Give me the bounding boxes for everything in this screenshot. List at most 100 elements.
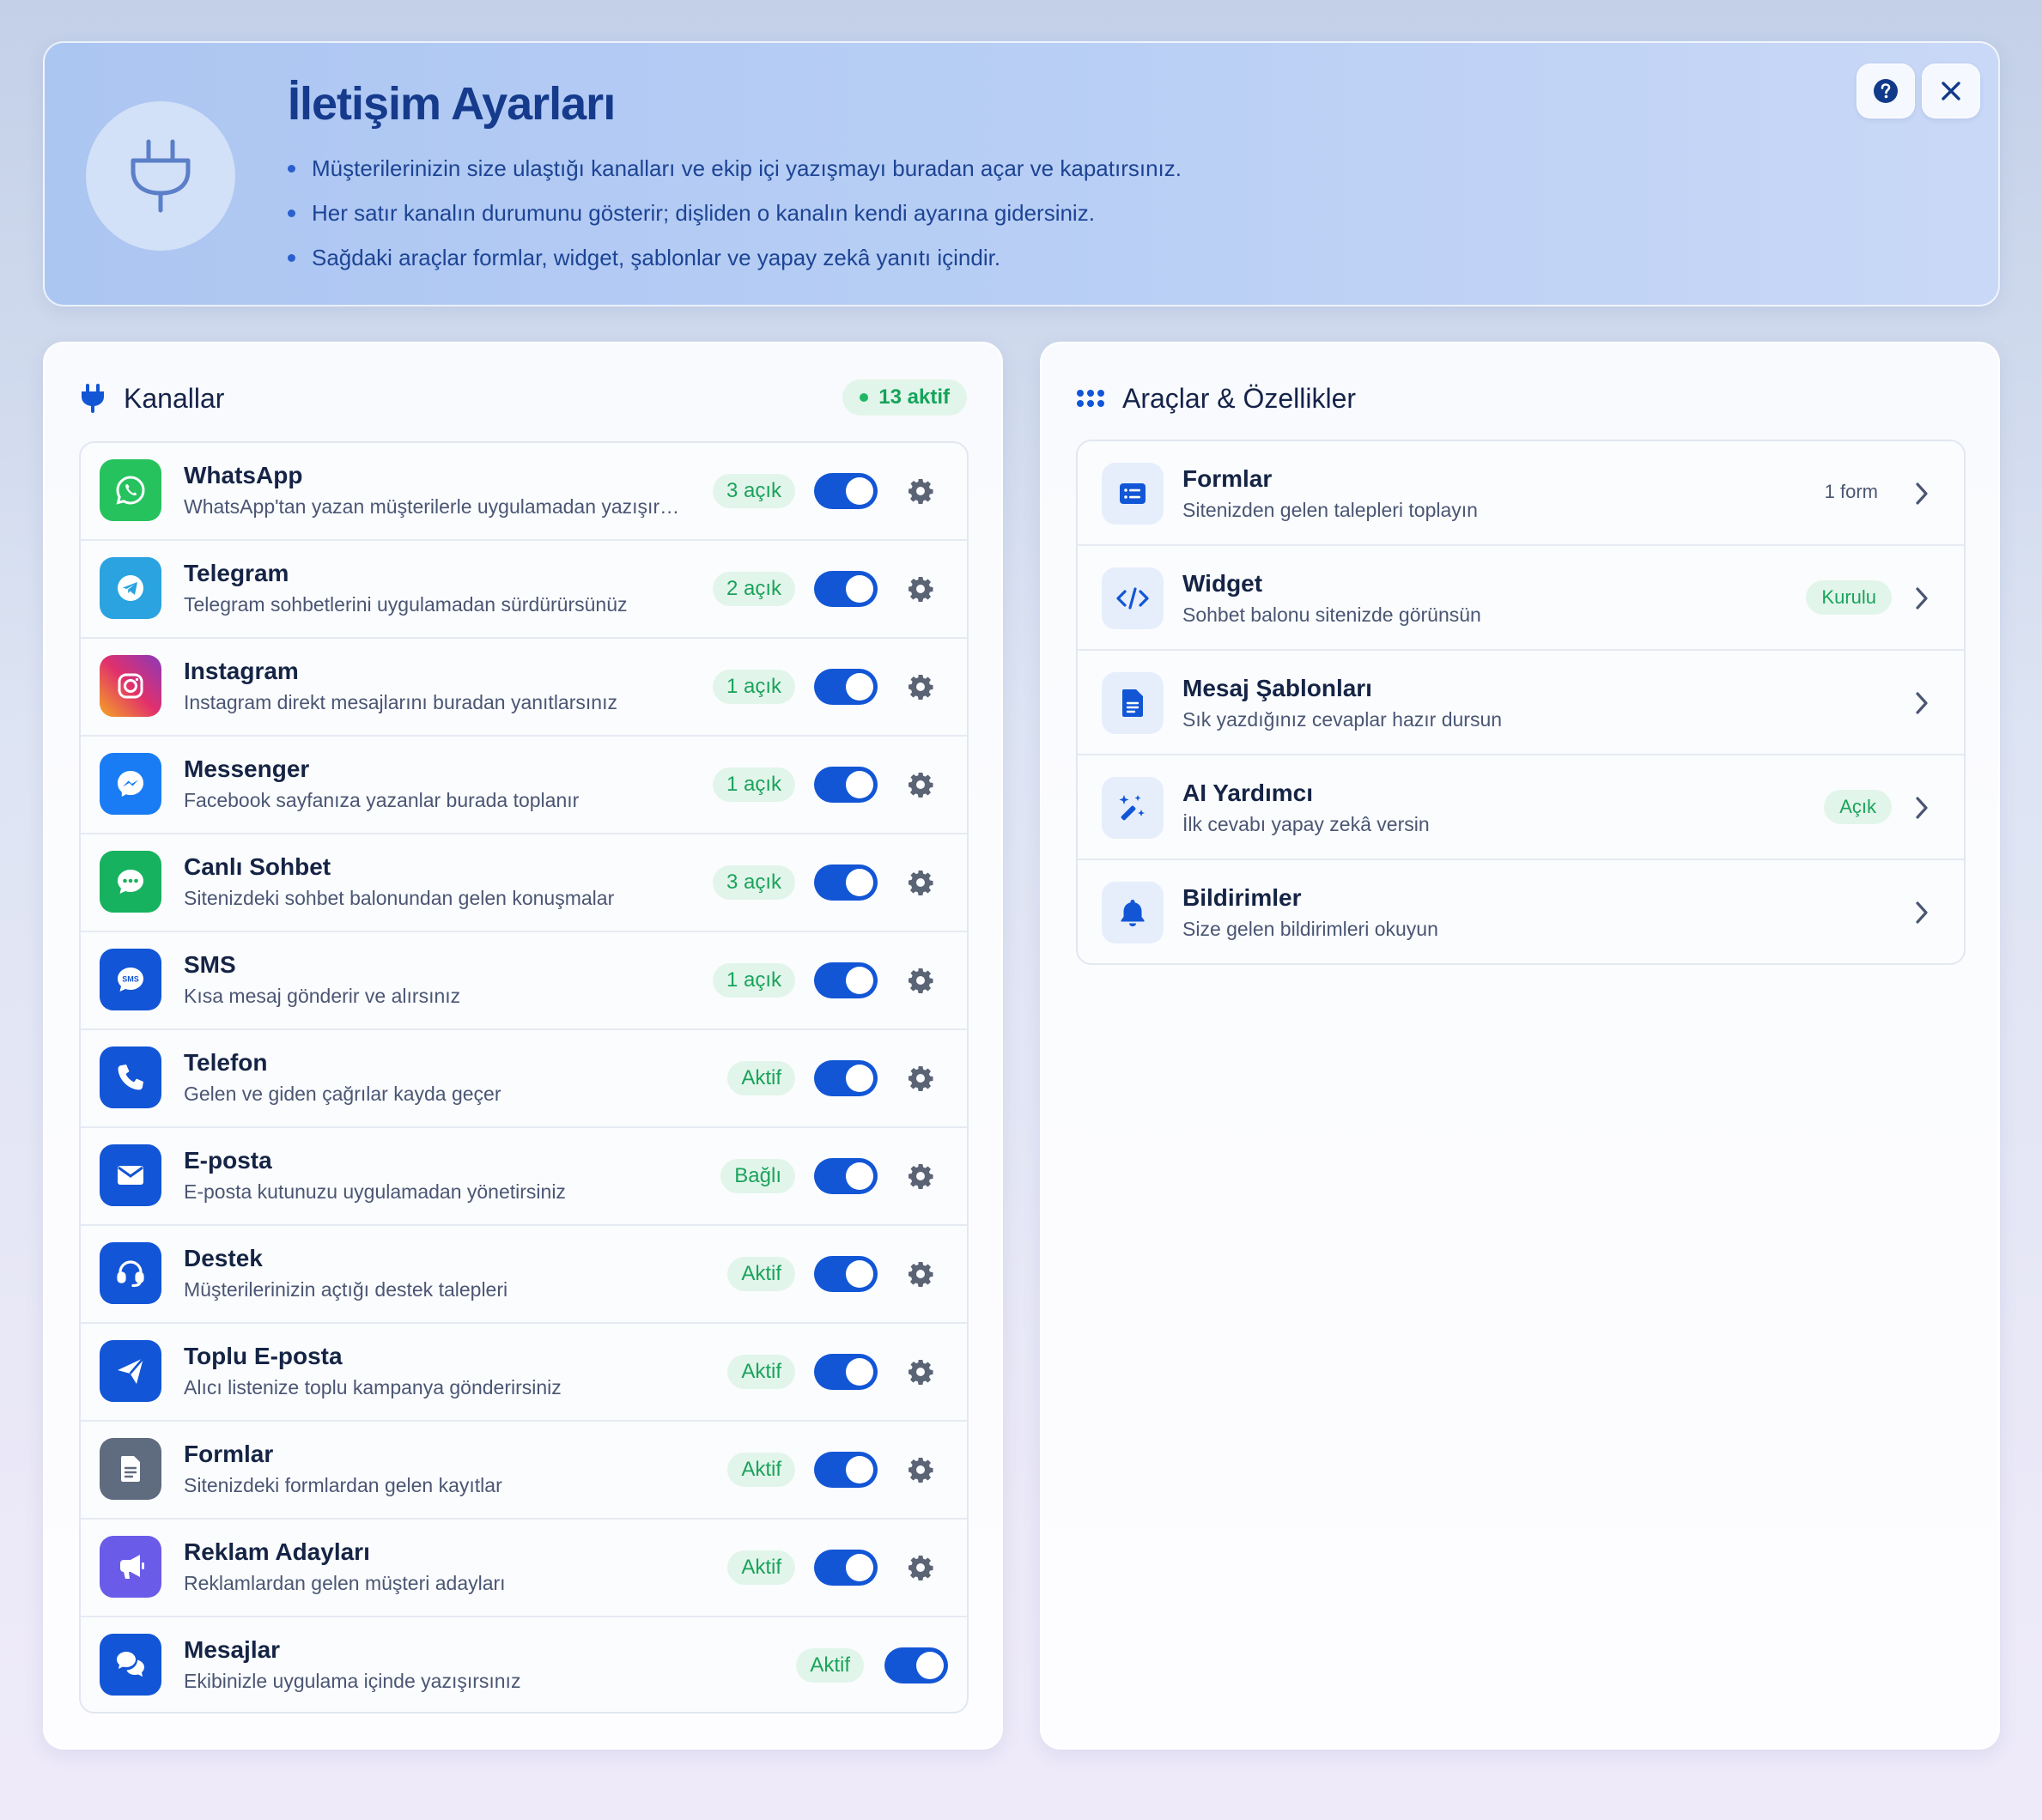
- channel-status-badge: 1 açık: [712, 767, 795, 802]
- tool-name: Widget: [1182, 570, 1263, 597]
- channel-name: Instagram: [184, 658, 299, 684]
- gear-icon[interactable]: [905, 1356, 936, 1387]
- headset-icon: [100, 1242, 161, 1304]
- tool-row-widget[interactable]: Widget Sohbet balonu sitenizde görünsün …: [1078, 546, 1964, 651]
- info-bullet: Her satır kanalın durumunu gösterir; diş…: [288, 191, 1182, 235]
- help-button[interactable]: [1857, 64, 1915, 118]
- channel-row-ad-leads[interactable]: Reklam Adayları Reklamlardan gelen müşte…: [81, 1520, 967, 1617]
- channel-description: Ekibinizle uygulama içinde yazışırsınız: [184, 1670, 521, 1692]
- channels-title: Kanallar: [124, 382, 225, 414]
- channel-row-instagram[interactable]: Instagram Instagram direkt mesajlarını b…: [81, 639, 967, 737]
- messenger-icon: [100, 753, 161, 815]
- channel-name: Telegram: [184, 560, 289, 586]
- channel-row-sms[interactable]: SMS SMS Kısa mesaj gönderir ve alırsınız…: [81, 932, 967, 1030]
- tool-row-ai-assistant[interactable]: AI Yardımcı İlk cevabı yapay zekâ versin…: [1078, 755, 1964, 860]
- chevron-right-icon[interactable]: [1909, 793, 1935, 822]
- list-form-icon: [1102, 463, 1164, 525]
- chevron-right-icon[interactable]: [1909, 898, 1935, 927]
- info-bullet: Sağdaki araçlar formlar, widget, şablonl…: [288, 235, 1182, 280]
- channel-description: Alıcı listenize toplu kampanya gönderirs…: [184, 1376, 562, 1398]
- instagram-icon: [100, 655, 161, 717]
- channel-toggle[interactable]: [814, 1452, 878, 1488]
- question-circle-icon: [1874, 79, 1898, 103]
- gear-icon[interactable]: [905, 965, 936, 996]
- gear-icon[interactable]: [905, 769, 936, 800]
- close-button[interactable]: [1922, 64, 1980, 118]
- channel-row-messenger[interactable]: Messenger Facebook sayfanıza yazanlar bu…: [81, 737, 967, 834]
- info-bullet: Müşterilerinizin size ulaştığı kanalları…: [288, 146, 1182, 191]
- status-dot: [860, 393, 869, 402]
- channel-toggle[interactable]: [814, 767, 878, 803]
- channel-name: Canlı Sohbet: [184, 853, 331, 880]
- telegram-icon: [100, 557, 161, 619]
- tool-description: Sitenizden gelen talepleri toplayın: [1182, 499, 1478, 521]
- plug-icon: [82, 384, 104, 413]
- channel-toggle[interactable]: [814, 571, 878, 607]
- channel-toggle[interactable]: [814, 473, 878, 509]
- channel-name: Telefon: [184, 1049, 268, 1076]
- channel-toggle[interactable]: [814, 1060, 878, 1096]
- channel-status-badge: Aktif: [727, 1550, 795, 1585]
- channel-description: E-posta kutunuzu uygulamadan yönetirsini…: [184, 1180, 566, 1203]
- channel-status-badge: Aktif: [727, 1257, 795, 1291]
- channel-toggle[interactable]: [814, 1158, 878, 1194]
- gear-icon[interactable]: [905, 573, 936, 604]
- tool-description: İlk cevabı yapay zekâ versin: [1182, 813, 1430, 835]
- channel-description: Facebook sayfanıza yazanlar burada topla…: [184, 789, 580, 811]
- gear-icon[interactable]: [905, 1552, 936, 1583]
- channel-description: Reklamlardan gelen müşteri adayları: [184, 1572, 506, 1594]
- tool-row-notifications[interactable]: Bildirimler Size gelen bildirimleri okuy…: [1078, 860, 1964, 963]
- gear-icon[interactable]: [905, 1161, 936, 1192]
- chevron-right-icon[interactable]: [1909, 584, 1935, 613]
- tools-list: Formlar Sitenizden gelen talepleri topla…: [1076, 440, 1966, 965]
- gear-icon[interactable]: [905, 476, 936, 507]
- channel-row-email[interactable]: E-posta E-posta kutunuzu uygulamadan yön…: [81, 1128, 967, 1226]
- gear-icon[interactable]: [905, 1259, 936, 1289]
- tool-description: Sık yazdığınız cevaplar hazır dursun: [1182, 708, 1503, 731]
- channel-toggle[interactable]: [814, 1550, 878, 1586]
- channel-description: Sitenizdeki formlardan gelen kayıtlar: [184, 1474, 502, 1496]
- channel-toggle[interactable]: [814, 1354, 878, 1390]
- tool-row-templates[interactable]: Mesaj Şablonları Sık yazdığınız cevaplar…: [1078, 651, 1964, 755]
- channel-toggle[interactable]: [814, 1256, 878, 1292]
- channel-status-badge: Bağlı: [720, 1159, 795, 1193]
- gear-icon[interactable]: [905, 671, 936, 702]
- channel-row-phone[interactable]: Telefon Gelen ve giden çağrılar kayda ge…: [81, 1030, 967, 1128]
- channel-name: Formlar: [184, 1441, 274, 1467]
- channel-status-badge: 1 açık: [712, 963, 795, 998]
- gear-icon[interactable]: [905, 867, 936, 898]
- gear-icon[interactable]: [905, 1063, 936, 1094]
- channel-name: WhatsApp: [184, 462, 303, 488]
- channel-toggle[interactable]: [814, 864, 878, 901]
- megaphone-icon: [100, 1536, 161, 1598]
- document-icon: [100, 1438, 161, 1500]
- gear-icon[interactable]: [905, 1454, 936, 1485]
- file-text-icon: [1102, 672, 1164, 734]
- channel-description: Gelen ve giden çağrılar kayda geçer: [184, 1083, 501, 1105]
- tool-description: Size gelen bildirimleri okuyun: [1182, 918, 1438, 940]
- phone-icon: [100, 1046, 161, 1108]
- chevron-right-icon[interactable]: [1909, 479, 1935, 508]
- channel-row-telegram[interactable]: Telegram Telegram sohbetlerini uygulamad…: [81, 541, 967, 639]
- active-count-badge: 13 aktif: [842, 379, 967, 416]
- info-banner: İletişim Ayarları Müşterilerinizin size …: [43, 41, 2000, 306]
- svg-text:SMS: SMS: [122, 975, 139, 984]
- channel-toggle[interactable]: [884, 1647, 948, 1684]
- channel-toggle[interactable]: [814, 669, 878, 705]
- channel-row-support[interactable]: Destek Müşterilerinizin açtığı destek ta…: [81, 1226, 967, 1324]
- channel-row-whatsapp[interactable]: WhatsApp WhatsApp'tan yazan müşterilerle…: [81, 443, 967, 541]
- tool-row-forms[interactable]: Formlar Sitenizden gelen talepleri topla…: [1078, 441, 1964, 546]
- channel-name: Reklam Adayları: [184, 1538, 370, 1565]
- chevron-right-icon[interactable]: [1909, 689, 1935, 718]
- code-icon: [1102, 567, 1164, 629]
- channel-toggle[interactable]: [814, 962, 878, 998]
- channel-status-badge: Aktif: [727, 1355, 795, 1389]
- envelope-icon: [100, 1144, 161, 1206]
- tool-description: Sohbet balonu sitenizde görünsün: [1182, 604, 1481, 626]
- channel-description: Instagram direkt mesajlarını buradan yan…: [184, 691, 617, 713]
- channel-row-live-chat[interactable]: Canlı Sohbet Sitenizdeki sohbet balonund…: [81, 834, 967, 932]
- bell-icon: [1102, 882, 1164, 943]
- channel-row-forms[interactable]: Formlar Sitenizdeki formlardan gelen kay…: [81, 1422, 967, 1520]
- channel-row-messages[interactable]: Mesajlar Ekibinizle uygulama içinde yazı…: [81, 1617, 967, 1712]
- channel-row-bulk-email[interactable]: Toplu E-posta Alıcı listenize toplu kamp…: [81, 1324, 967, 1422]
